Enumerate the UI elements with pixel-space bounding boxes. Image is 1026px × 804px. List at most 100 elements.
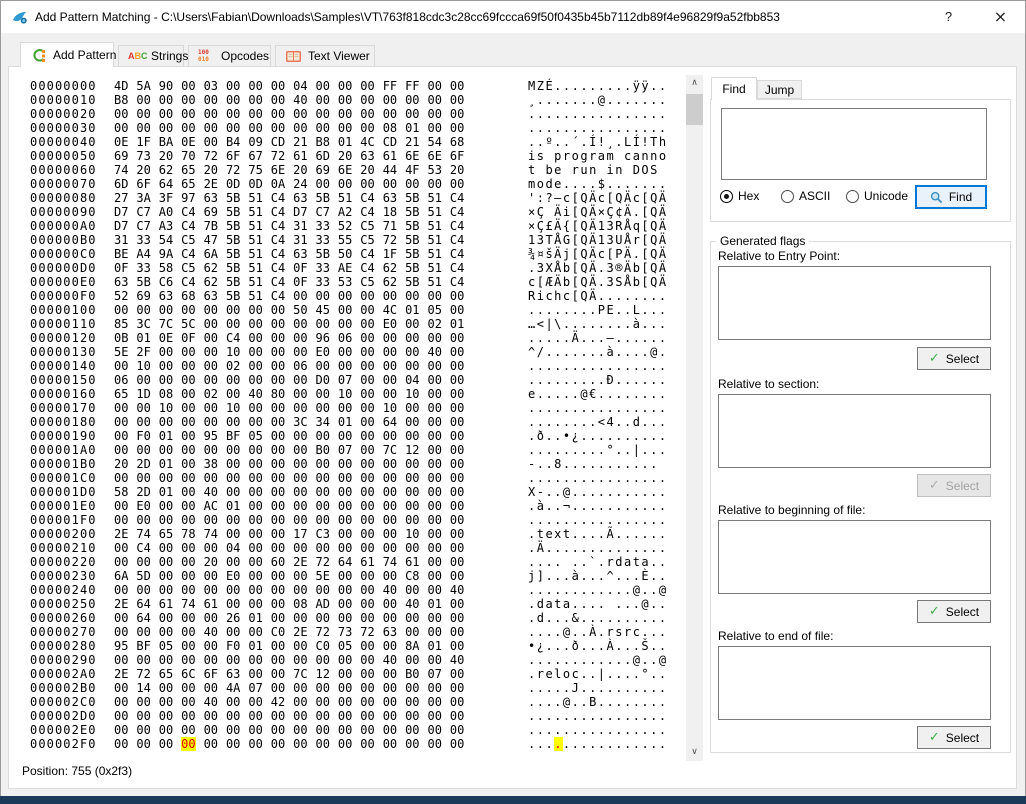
scrollbar-thumb[interactable] <box>686 94 703 125</box>
hex-byte[interactable]: 00 <box>114 583 129 597</box>
hex-byte[interactable]: 72 <box>204 149 219 163</box>
hex-byte[interactable]: 5E <box>316 569 331 583</box>
hex-byte[interactable]: 51 <box>248 247 263 261</box>
hex-byte[interactable]: 20 <box>114 457 129 471</box>
hex-byte[interactable]: 00 <box>427 723 442 737</box>
hex-byte[interactable]: 20 <box>136 163 151 177</box>
hex-byte[interactable]: 00 <box>114 541 129 555</box>
hex-viewer[interactable]: 000000004D5A90000300000004000000FFFF0000… <box>30 79 668 751</box>
hex-byte[interactable]: 33 <box>316 275 331 289</box>
hex-byte[interactable]: 00 <box>248 317 263 331</box>
hex-ascii[interactable]: .à..¬........... <box>528 499 668 513</box>
hex-byte[interactable]: 07 <box>338 443 353 457</box>
hex-byte[interactable]: 00 <box>360 289 375 303</box>
hex-byte[interactable]: 00 <box>316 541 331 555</box>
hex-byte[interactable]: 00 <box>450 177 465 191</box>
hex-byte[interactable]: 00 <box>360 541 375 555</box>
hex-byte[interactable]: 00 <box>360 709 375 723</box>
hex-byte[interactable]: 62 <box>204 261 219 275</box>
hex-byte[interactable]: 05 <box>338 639 353 653</box>
hex-byte[interactable]: 20 <box>204 163 219 177</box>
hex-byte[interactable]: 00 <box>316 93 331 107</box>
tab-add-pattern[interactable]: Add Pattern <box>20 42 114 67</box>
hex-byte[interactable]: 00 <box>181 443 196 457</box>
hex-byte[interactable]: 00 <box>226 443 241 457</box>
hex-byte[interactable]: 00 <box>427 611 442 625</box>
hex-byte[interactable]: 00 <box>427 695 442 709</box>
hex-byte[interactable]: 00 <box>271 331 286 345</box>
hex-byte[interactable]: 5B <box>405 233 420 247</box>
hex-byte[interactable]: 00 <box>114 429 129 443</box>
hex-byte[interactable]: 00 <box>136 723 151 737</box>
hex-byte[interactable]: 51 <box>427 275 442 289</box>
hex-byte[interactable]: 0F <box>114 261 129 275</box>
hex-byte[interactable]: 00 <box>316 737 331 751</box>
hex-byte[interactable]: 00 <box>360 345 375 359</box>
hex-byte[interactable]: 10 <box>226 401 241 415</box>
hex-byte[interactable]: 00 <box>338 485 353 499</box>
hex-byte[interactable]: 03 <box>204 79 219 93</box>
hex-byte[interactable]: 62 <box>383 261 398 275</box>
hex-byte[interactable]: 00 <box>159 569 174 583</box>
hex-byte[interactable]: 00 <box>360 527 375 541</box>
hex-byte[interactable]: 04 <box>293 79 308 93</box>
hex-byte[interactable]: E0 <box>226 569 241 583</box>
hex-byte[interactable]: 00 <box>293 331 308 345</box>
hex-byte[interactable]: 20 <box>293 163 308 177</box>
hex-byte[interactable]: 00 <box>271 79 286 93</box>
hex-byte[interactable]: 00 <box>271 737 286 751</box>
hex-byte[interactable]: 00 <box>338 345 353 359</box>
hex-byte[interactable]: 95 <box>114 639 129 653</box>
hex-ascii[interactable]: X-..@........... <box>528 485 668 499</box>
hex-byte[interactable]: 00 <box>316 723 331 737</box>
hex-byte[interactable]: 00 <box>450 485 465 499</box>
hex-byte[interactable]: 00 <box>360 121 375 135</box>
hex-byte[interactable]: 54 <box>159 233 174 247</box>
hex-byte[interactable]: 00 <box>405 709 420 723</box>
hex-byte[interactable]: 7C <box>293 667 308 681</box>
hex-byte[interactable]: 2D <box>136 457 151 471</box>
hex-byte[interactable]: AE <box>338 261 353 275</box>
hex-byte[interactable]: 00 <box>383 373 398 387</box>
hex-byte[interactable]: 4A <box>226 681 241 695</box>
hex-byte[interactable]: 6E <box>427 149 442 163</box>
hex-byte[interactable]: 73 <box>338 625 353 639</box>
hex-byte[interactable]: 01 <box>136 331 151 345</box>
hex-byte[interactable]: 00 <box>383 471 398 485</box>
hex-ascii[interactable]: ............@..@ <box>528 583 668 597</box>
hex-byte[interactable]: 5B <box>226 261 241 275</box>
hex-byte[interactable]: C4 <box>271 191 286 205</box>
hex-byte[interactable]: 00 <box>450 79 465 93</box>
hex-byte[interactable]: 34 <box>316 415 331 429</box>
hex-byte[interactable]: 00 <box>427 737 442 751</box>
hex-byte[interactable]: 12 <box>405 443 420 457</box>
hex-byte[interactable]: 2E <box>114 597 129 611</box>
hex-ascii[interactable]: ................ <box>528 709 668 723</box>
hex-byte[interactable]: C4 <box>271 247 286 261</box>
hex-byte[interactable]: C4 <box>271 275 286 289</box>
hex-byte[interactable]: 1F <box>383 247 398 261</box>
radio-hex[interactable]: Hex <box>720 189 759 203</box>
hex-byte[interactable]: 63 <box>159 289 174 303</box>
hex-byte[interactable]: 00 <box>360 317 375 331</box>
hex-byte[interactable]: C8 <box>405 569 420 583</box>
hex-byte[interactable]: C5 <box>181 233 196 247</box>
hex-byte[interactable]: 00 <box>248 415 263 429</box>
hex-byte[interactable]: 69 <box>316 163 331 177</box>
hex-byte[interactable]: 01 <box>427 639 442 653</box>
hex-byte[interactable]: 00 <box>271 415 286 429</box>
hex-byte[interactable]: 00 <box>271 457 286 471</box>
hex-byte[interactable]: C4 <box>271 219 286 233</box>
hex-byte[interactable]: 00 <box>427 387 442 401</box>
hex-ascii[interactable]: c[ÆÄb[QÄ.3SÅb[QÄ <box>528 275 668 289</box>
hex-byte[interactable]: 00 <box>271 345 286 359</box>
hex-byte[interactable]: 00 <box>226 737 241 751</box>
hex-byte[interactable]: 00 <box>159 359 174 373</box>
hex-byte[interactable]: 00 <box>383 695 398 709</box>
hex-byte[interactable]: 00 <box>159 681 174 695</box>
hex-byte[interactable]: 00 <box>204 373 219 387</box>
hex-byte[interactable]: 00 <box>114 611 129 625</box>
hex-byte[interactable]: 00 <box>427 107 442 121</box>
hex-byte[interactable]: 00 <box>405 177 420 191</box>
hex-byte[interactable]: 00 <box>405 695 420 709</box>
